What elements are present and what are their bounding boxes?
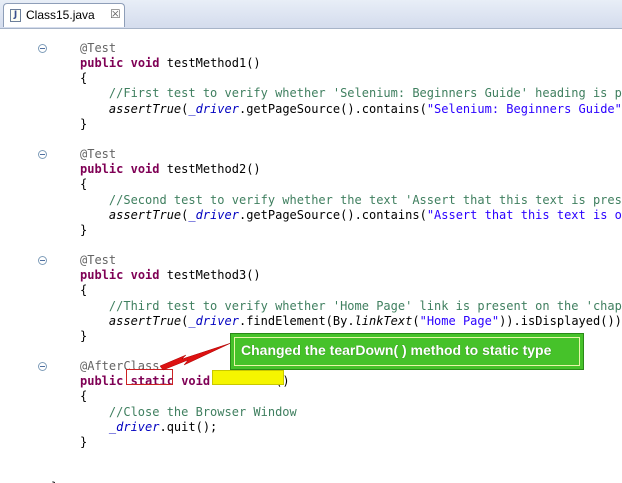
callout-text: Changed the tearDown( ) method to static… [241,342,552,358]
annotation-arrow [159,342,232,371]
annotation-callout: Changed the tearDown( ) method to static… [230,333,584,370]
close-icon[interactable]: ☒ [110,7,121,21]
arrow-shape [159,342,232,371]
editor-tab-class15[interactable]: J Class15.java ☒ [3,3,125,27]
java-file-icon: J [10,9,21,22]
editor-tab-bar: J Class15.java ☒ [0,0,622,29]
code-editor[interactable]: @Test public void testMethod1(){ //First … [0,29,622,483]
tab-title: Class15.java [26,8,95,22]
